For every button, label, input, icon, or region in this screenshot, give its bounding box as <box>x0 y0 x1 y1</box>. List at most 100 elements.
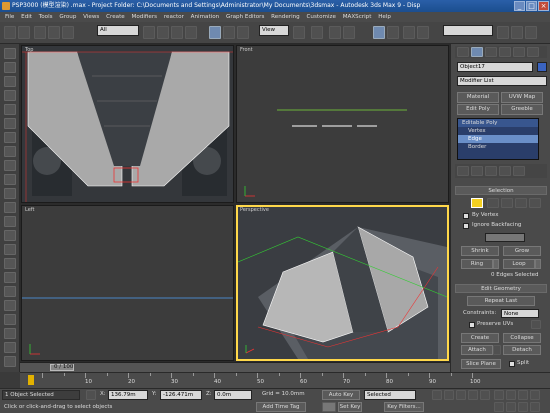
tool-icon-22[interactable] <box>4 342 16 353</box>
tool-icon-23[interactable] <box>4 356 16 367</box>
spinner-snap-icon[interactable] <box>387 26 399 39</box>
go-to-start-icon[interactable] <box>432 390 442 400</box>
polygon-mode-icon[interactable] <box>515 198 527 208</box>
undo-icon[interactable] <box>4 26 16 39</box>
display-tab-icon[interactable] <box>513 47 525 57</box>
modifier-list-dropdown[interactable]: Modifier List <box>457 76 547 86</box>
tool-icon-2[interactable] <box>4 62 16 73</box>
auto-key-button[interactable]: Auto Key <box>322 390 360 400</box>
tool-icon-5[interactable] <box>4 104 16 115</box>
ring-spinner[interactable] <box>493 259 499 269</box>
tool-icon-12[interactable] <box>4 202 16 213</box>
hierarchy-tab-icon[interactable] <box>485 47 497 57</box>
tool-icon-17[interactable] <box>4 272 16 283</box>
tool-icon-8[interactable] <box>4 146 16 157</box>
menu-graph-editors[interactable]: Graph Editors <box>226 14 264 20</box>
set-key-icon[interactable] <box>322 402 336 412</box>
maximize-viewport-icon[interactable] <box>518 402 528 412</box>
minimize-button[interactable]: _ <box>514 1 525 11</box>
set-key-button[interactable]: Set Key <box>338 402 362 412</box>
viewport-top[interactable]: Top <box>21 45 234 203</box>
play-icon[interactable] <box>456 390 466 400</box>
border-mode-icon[interactable] <box>501 198 513 208</box>
vertex-mode-icon[interactable] <box>471 198 483 208</box>
orbit-icon[interactable] <box>506 402 516 412</box>
viewport-label-perspective[interactable]: Perspective <box>240 207 269 213</box>
select-and-scale-icon[interactable] <box>237 26 249 39</box>
stack-item-border[interactable]: Border <box>458 143 538 151</box>
menu-reactor[interactable]: reactor <box>164 14 184 20</box>
create-button[interactable]: Create <box>461 333 499 343</box>
walk-through-icon[interactable] <box>530 402 540 412</box>
mirror-icon[interactable] <box>403 26 415 39</box>
threshold-field[interactable] <box>485 233 525 242</box>
pan-icon[interactable] <box>494 402 504 412</box>
object-name-field[interactable]: Object17 <box>457 62 533 72</box>
shrink-button[interactable]: Shrink <box>461 246 499 256</box>
edit-poly-button[interactable]: Edit Poly <box>457 104 499 115</box>
reference-coordinate-dropdown[interactable]: View <box>259 25 289 36</box>
time-slider[interactable]: 0 / 100 <box>20 362 450 372</box>
attach-button[interactable]: Attach <box>461 345 493 355</box>
stack-item-editable-poly[interactable]: Editable Poly <box>458 119 538 127</box>
unlink-icon[interactable] <box>48 26 60 39</box>
tool-icon-19[interactable] <box>4 300 16 311</box>
attach-settings-icon[interactable] <box>493 345 501 355</box>
select-manipulate-icon[interactable] <box>311 26 323 39</box>
redo-icon[interactable] <box>18 26 30 39</box>
menu-edit[interactable]: Edit <box>21 14 32 20</box>
select-by-name-icon[interactable] <box>157 26 169 39</box>
detach-button[interactable]: Detach <box>503 345 541 355</box>
repeat-last-button[interactable]: Repeat Last <box>467 296 535 306</box>
element-mode-icon[interactable] <box>529 198 541 208</box>
tool-icon-10[interactable] <box>4 174 16 185</box>
tool-icon-7[interactable] <box>4 132 16 143</box>
material-editor-icon[interactable] <box>497 26 509 39</box>
object-color-swatch[interactable] <box>537 62 547 72</box>
tool-icon-3[interactable] <box>4 76 16 87</box>
edit-geometry-rollout-header[interactable]: Edit Geometry <box>455 284 547 293</box>
menu-help[interactable]: Help <box>378 14 391 20</box>
angle-snap-icon[interactable] <box>343 26 355 39</box>
tool-icon-4[interactable] <box>4 90 16 101</box>
tool-icon-18[interactable] <box>4 286 16 297</box>
field-of-view-icon[interactable] <box>530 390 540 400</box>
key-filters-button[interactable]: Key Filters... <box>384 402 424 412</box>
link-icon[interactable] <box>34 26 46 39</box>
by-vertex-checkbox[interactable] <box>463 213 469 219</box>
split-checkbox[interactable] <box>509 361 515 367</box>
tool-icon-15[interactable] <box>4 244 16 255</box>
viewport-label-top[interactable]: Top <box>25 47 33 53</box>
menu-maxscript[interactable]: MAXScript <box>343 14 372 20</box>
menu-group[interactable]: Group <box>59 14 76 20</box>
x-coordinate-field[interactable]: 136.79m <box>108 390 148 400</box>
tool-icon-14[interactable] <box>4 230 16 241</box>
material-button[interactable]: Material <box>457 92 499 103</box>
pivot-center-icon[interactable] <box>293 26 305 39</box>
viewport-label-front[interactable]: Front <box>240 47 253 53</box>
modify-tab-icon[interactable] <box>471 47 483 57</box>
y-coordinate-field[interactable]: -126.471m <box>160 390 202 400</box>
tool-icon-9[interactable] <box>4 160 16 171</box>
menu-file[interactable]: File <box>5 14 14 20</box>
previous-frame-icon[interactable] <box>444 390 454 400</box>
tool-icon-6[interactable] <box>4 118 16 129</box>
tool-icon-20[interactable] <box>4 314 16 325</box>
remove-modifier-icon[interactable] <box>499 166 511 176</box>
modifier-stack[interactable]: Editable Poly Vertex Edge Border <box>457 118 539 160</box>
tool-icon-13[interactable] <box>4 216 16 227</box>
stack-item-vertex[interactable]: Vertex <box>458 127 538 135</box>
tool-icon-21[interactable] <box>4 328 16 339</box>
go-to-end-icon[interactable] <box>480 390 490 400</box>
edge-mode-icon[interactable] <box>487 198 499 208</box>
create-tab-icon[interactable] <box>457 47 469 57</box>
window-crossing-icon[interactable] <box>185 26 197 39</box>
tool-icon-16[interactable] <box>4 258 16 269</box>
loop-button[interactable]: Loop <box>503 259 535 269</box>
menu-views[interactable]: Views <box>83 14 99 20</box>
key-mode-dropdown[interactable]: Selected <box>364 390 416 400</box>
align-icon[interactable] <box>417 26 429 39</box>
collapse-button[interactable]: Collapse <box>503 333 541 343</box>
z-coordinate-field[interactable]: 0.0m <box>214 390 252 400</box>
next-frame-icon[interactable] <box>468 390 478 400</box>
